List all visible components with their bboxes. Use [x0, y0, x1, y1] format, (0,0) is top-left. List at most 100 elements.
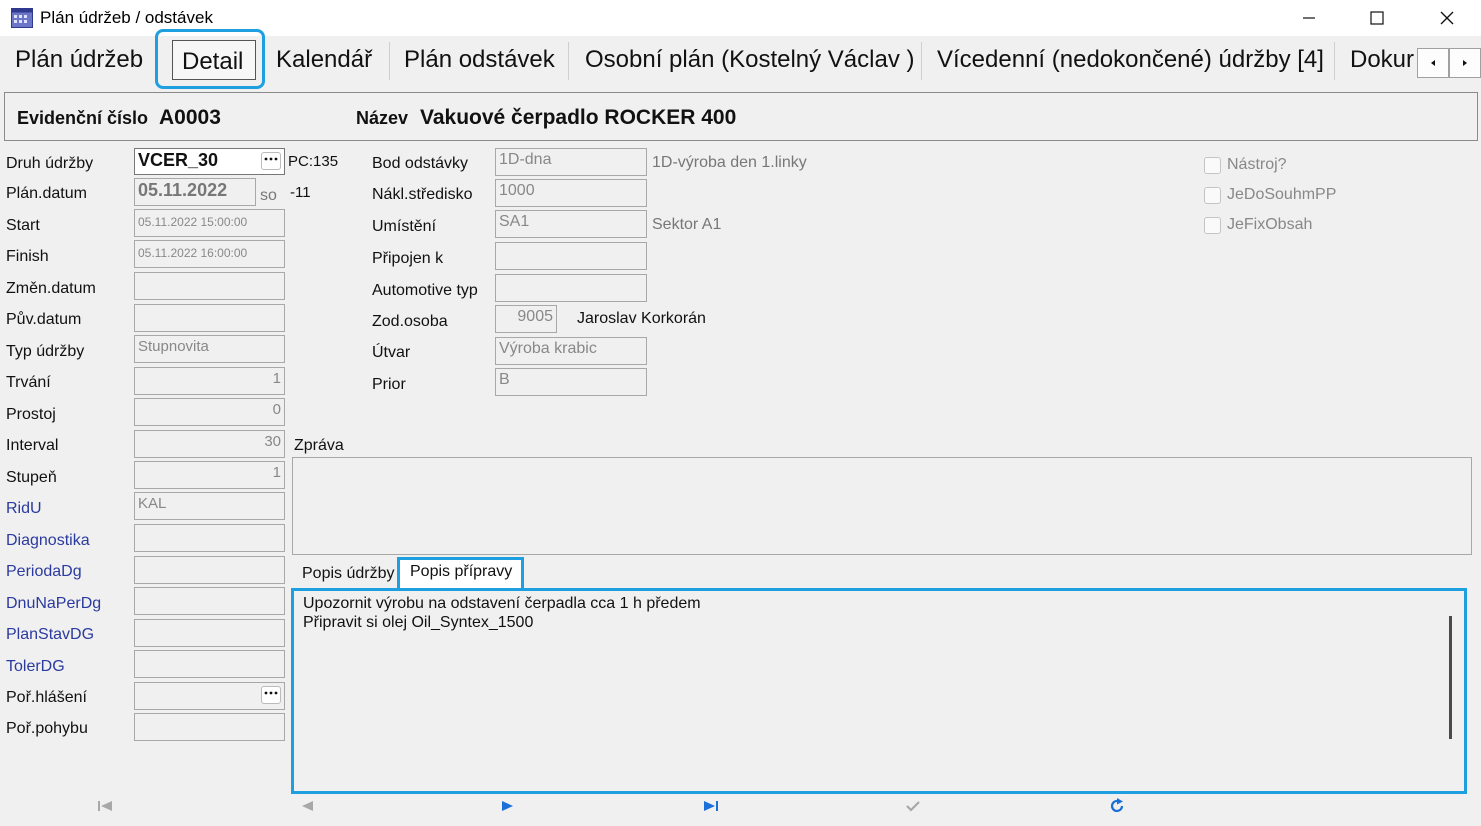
arrow-left-icon [1431, 60, 1435, 66]
tab-kalendar[interactable]: Kalendář [276, 42, 372, 78]
checkbox-jefixobsah-label: JeFixObsah [1227, 216, 1313, 233]
toler-dg-field[interactable] [134, 650, 285, 678]
automotive-typ-label: Automotive typ [372, 282, 478, 299]
zod-osoba-field[interactable]: 9005 [495, 305, 557, 333]
tab-plan-odstavek[interactable]: Plán odstávek [404, 42, 555, 78]
zprava-textarea[interactable] [292, 457, 1472, 555]
tab-osobni-plan[interactable]: Osobní plán (Kostelný Václav ) [585, 42, 915, 78]
typ-udrzby-field[interactable]: Stupnovita [134, 335, 285, 363]
checkbox-box[interactable] [1204, 186, 1221, 204]
checkbox-nastroj-label: Nástroj? [1227, 156, 1287, 173]
checkbox-jefixobsah[interactable]: JeFixObsah [1204, 216, 1312, 234]
puv-datum-field[interactable] [134, 304, 285, 332]
last-icon [704, 801, 718, 811]
umisteni-label: Umístění [372, 218, 437, 235]
start-field[interactable]: 05.11.2022 15:00:00 [134, 209, 285, 237]
puv-datum-label: Pův.datum [6, 311, 82, 328]
stupen-field[interactable]: 1 [134, 461, 285, 489]
tab-scroll-left-button[interactable] [1417, 48, 1449, 78]
prostoj-label: Prostoj [6, 406, 56, 423]
umisteni-description: Sektor A1 [652, 216, 722, 233]
main-window: Plán údržeb / odstávek Plán údržeb Detai… [0, 0, 1481, 826]
checkbox-box[interactable] [1204, 156, 1221, 174]
bod-odstavky-description: 1D-výroba den 1.linky [652, 154, 807, 171]
title-bar: Plán údržeb / odstávek [0, 0, 1481, 36]
zmen-datum-field[interactable] [134, 272, 285, 300]
nav-confirm-button[interactable] [900, 795, 926, 817]
tab-separator [921, 42, 922, 80]
umisteni-field[interactable]: SA1 [495, 210, 647, 238]
minimize-button[interactable] [1286, 0, 1332, 36]
utvar-label: Útvar [372, 344, 411, 361]
nav-last-button[interactable] [698, 795, 724, 817]
por-pohybu-label: Poř.pohybu [6, 720, 88, 737]
diagnostika-label[interactable]: Diagnostika [6, 532, 90, 550]
druh-udrzby-browse-button[interactable] [261, 152, 281, 170]
tab-popis-udrzby[interactable]: Popis údržby [302, 565, 395, 583]
interval-field[interactable]: 30 [134, 430, 285, 458]
nav-next-button[interactable] [495, 795, 521, 817]
plan-stav-dg-label[interactable]: PlanStavDG [6, 626, 94, 644]
nav-first-button[interactable] [92, 795, 118, 817]
plan-datum-offset: -11 [290, 184, 311, 201]
description-textarea[interactable]: Upozornit výrobu na odstavení čerpadla c… [291, 588, 1467, 794]
trvani-label: Trvání [6, 374, 51, 391]
description-scrollbar[interactable] [1449, 616, 1452, 739]
nakl-stredisko-field[interactable]: 1000 [495, 179, 647, 207]
tab-popis-pripravy[interactable]: Popis přípravy [410, 563, 512, 581]
confirm-icon [906, 801, 920, 812]
interval-label: Interval [6, 437, 59, 454]
description-line: Připravit si olej Oil_Syntex_1500 [303, 614, 534, 631]
close-button[interactable] [1424, 0, 1470, 36]
bod-odstavky-field[interactable]: 1D-dna [495, 148, 647, 176]
finish-field[interactable]: 05.11.2022 16:00:00 [134, 240, 285, 268]
plan-datum-day: so [260, 187, 277, 204]
name-value: Vakuové čerpadlo ROCKER 400 [420, 106, 737, 129]
first-icon [98, 801, 112, 811]
refresh-icon [1110, 798, 1124, 813]
toler-dg-label[interactable]: TolerDG [6, 658, 65, 676]
tab-dokumenty[interactable]: Dokur [1350, 42, 1416, 78]
ridu-label[interactable]: RidU [6, 500, 42, 518]
nav-refresh-button[interactable] [1104, 795, 1130, 817]
druh-udrzby-label: Druh údržby [6, 155, 94, 172]
evidence-number-label: Evidenční číslo [17, 108, 149, 128]
perioda-dg-label[interactable]: PeriodaDg [6, 563, 82, 581]
stupen-label: Stupeň [6, 469, 57, 486]
perioda-dg-field[interactable] [134, 556, 285, 584]
maximize-icon [1370, 11, 1384, 25]
prostoj-field[interactable]: 0 [134, 398, 285, 426]
trvani-field[interactable]: 1 [134, 367, 285, 395]
ridu-field[interactable]: KAL [134, 492, 285, 520]
prior-label: Prior [372, 376, 406, 393]
tab-detail[interactable]: Detail [182, 44, 243, 80]
dnu-na-per-dg-label[interactable]: DnuNaPerDg [6, 595, 101, 613]
tab-separator [1334, 42, 1335, 80]
calendar-app-icon [11, 8, 33, 28]
utvar-field[interactable]: Výroba krabic [495, 337, 647, 365]
pripojen-k-field[interactable] [495, 242, 647, 270]
prev-icon [302, 801, 313, 811]
por-hlaseni-label: Poř.hlášení [6, 689, 87, 706]
checkbox-nastroj[interactable]: Nástroj? [1204, 156, 1287, 174]
dnu-na-per-dg-field[interactable] [134, 587, 285, 615]
plan-stav-dg-field[interactable] [134, 619, 285, 647]
checkbox-box[interactable] [1204, 216, 1221, 234]
tab-scroll-right-button[interactable] [1449, 48, 1481, 78]
prior-field[interactable]: B [495, 368, 647, 396]
plan-datum-field[interactable]: 05.11.2022 [134, 178, 256, 206]
por-hlaseni-browse-button[interactable] [261, 686, 281, 704]
por-pohybu-field[interactable] [134, 713, 285, 741]
diagnostika-field[interactable] [134, 524, 285, 552]
start-label: Start [6, 217, 40, 234]
checkbox-jedosouhmpp[interactable]: JeDoSouhmPP [1204, 186, 1336, 204]
tab-separator [264, 42, 265, 80]
tab-plan-udrzeb[interactable]: Plán údržeb [15, 42, 143, 78]
tab-vicedenni[interactable]: Vícedenní (nedokončené) údržby [4] [937, 42, 1324, 78]
checkbox-jedosouhmpp-label: JeDoSouhmPP [1227, 186, 1337, 203]
nav-prev-button[interactable] [294, 795, 320, 817]
maximize-button[interactable] [1354, 0, 1400, 36]
zmen-datum-label: Změn.datum [6, 280, 96, 297]
automotive-typ-field[interactable] [495, 274, 647, 302]
arrow-right-icon [1463, 60, 1467, 66]
